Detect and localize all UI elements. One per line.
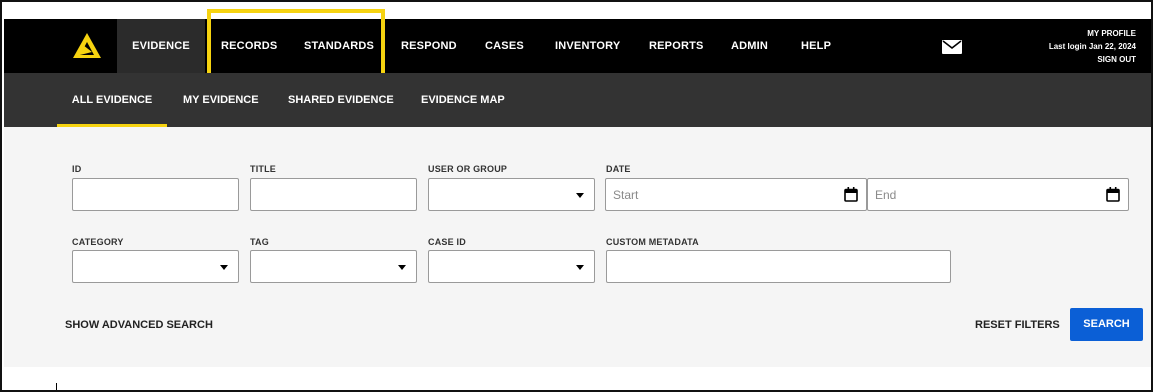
user-group-select[interactable]	[428, 178, 595, 211]
text-cursor	[56, 383, 57, 390]
last-login-text: Last login Jan 22, 2024	[1048, 42, 1136, 51]
search-button[interactable]: SEARCH	[1070, 308, 1143, 341]
nav-records[interactable]: RECORDS	[221, 19, 277, 73]
date-end-placeholder: End	[875, 188, 897, 202]
title-input[interactable]	[250, 178, 417, 211]
nav-help[interactable]: HELP	[801, 19, 831, 73]
chevron-down-icon	[398, 265, 406, 270]
case-id-label: CASE ID	[428, 237, 466, 247]
custom-metadata-input[interactable]	[606, 250, 951, 283]
nav-evidence[interactable]: EVIDENCE	[117, 19, 205, 73]
tab-all-evidence[interactable]: ALL EVIDENCE	[57, 73, 167, 127]
chevron-down-icon	[220, 265, 228, 270]
chevron-down-icon	[576, 193, 584, 198]
nav-inventory[interactable]: INVENTORY	[555, 19, 620, 73]
calendar-icon[interactable]	[1106, 187, 1120, 202]
case-id-select[interactable]	[428, 250, 595, 283]
filter-panel: ID TITLE USER OR GROUP DATE Start End CA…	[4, 127, 1151, 367]
chevron-down-icon	[576, 265, 584, 270]
tab-evidence-map[interactable]: EVIDENCE MAP	[421, 73, 505, 127]
date-end-input[interactable]: End	[867, 178, 1129, 211]
date-label: DATE	[606, 164, 631, 174]
nav-reports[interactable]: REPORTS	[649, 19, 704, 73]
sub-nav: ALL EVIDENCE MY EVIDENCE SHARED EVIDENCE…	[4, 73, 1151, 127]
category-label: CATEGORY	[72, 237, 124, 247]
show-advanced-search-button[interactable]: SHOW ADVANCED SEARCH	[65, 319, 213, 331]
id-label: ID	[72, 164, 82, 174]
title-label: TITLE	[250, 164, 276, 174]
my-profile-link[interactable]: MY PROFILE	[1049, 27, 1136, 40]
mail-icon[interactable]	[942, 40, 962, 54]
nav-standards[interactable]: STANDARDS	[304, 19, 374, 73]
tab-shared-evidence[interactable]: SHARED EVIDENCE	[288, 73, 394, 127]
app-frame: EVIDENCE RECORDS STANDARDS RESPOND CASES…	[0, 0, 1153, 392]
calendar-icon[interactable]	[844, 187, 858, 202]
tag-select[interactable]	[250, 250, 417, 283]
top-nav: EVIDENCE RECORDS STANDARDS RESPOND CASES…	[4, 19, 1151, 73]
nav-cases[interactable]: CASES	[485, 19, 524, 73]
date-start-input[interactable]: Start	[605, 178, 867, 211]
sign-out-link[interactable]: SIGN OUT	[1049, 53, 1136, 66]
category-select[interactable]	[72, 250, 239, 283]
date-start-placeholder: Start	[613, 188, 639, 202]
nav-admin[interactable]: ADMIN	[731, 19, 768, 73]
logo-icon[interactable]	[72, 31, 102, 61]
user-group-label: USER OR GROUP	[428, 164, 508, 174]
custom-metadata-label: CUSTOM METADATA	[606, 237, 699, 247]
tag-label: TAG	[250, 237, 269, 247]
nav-respond[interactable]: RESPOND	[401, 19, 457, 73]
profile-block: MY PROFILE Last login Jan 22, 2024 SIGN …	[1049, 27, 1136, 66]
id-input[interactable]	[72, 178, 239, 211]
tab-my-evidence[interactable]: MY EVIDENCE	[183, 73, 259, 127]
reset-filters-button[interactable]: RESET FILTERS	[975, 319, 1060, 331]
